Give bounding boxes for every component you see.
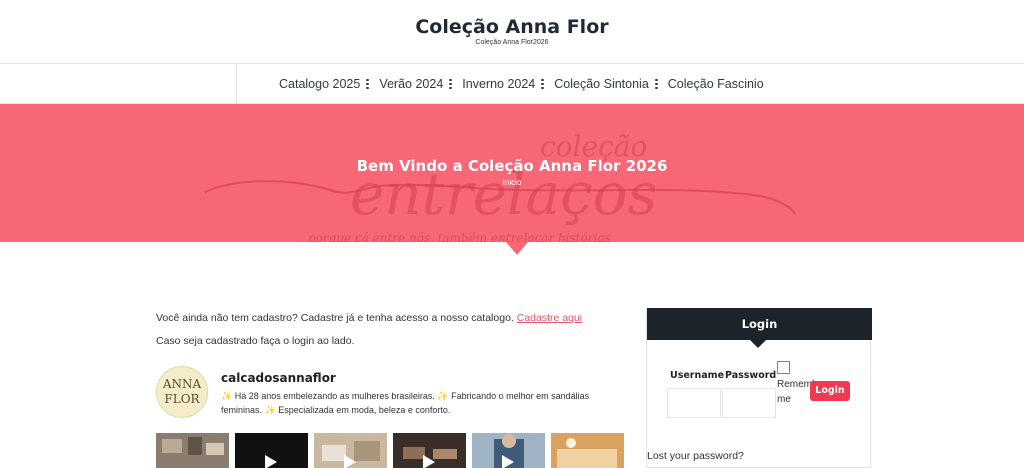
register-prompt: Você ainda não tem cadastro? Cadastre já… [156,312,514,324]
submenu-dots-icon[interactable] [366,79,370,89]
login-caret-icon [750,340,766,348]
instagram-username[interactable]: calcadosannaflor [221,371,336,385]
nav-item-verao-2024[interactable]: Verão 2024 [379,77,454,91]
instagram-post-thumbnail[interactable] [314,433,387,468]
instagram-post-thumbnail[interactable] [235,433,308,468]
remember-me-checkbox[interactable] [777,361,790,374]
site-header: Coleção Anna Flor Coleção Anna Flor2026 [0,0,1024,64]
hero-title: Bem Vindo a Coleção Anna Flor 2026 [356,157,668,175]
nav-item-label: Catalogo 2025 [279,77,361,91]
nav-item-colecao-sintonia[interactable]: Coleção Sintonia [554,77,660,91]
hero-banner: coleção entrelaços porque cá entre nós, … [0,104,1024,242]
password-label: Password [725,370,777,381]
instagram-post-thumbnail[interactable] [393,433,466,468]
bio-text-3: Especializada em moda, beleza e conforto… [278,405,451,415]
nav-item-inverno-2024[interactable]: Inverno 2024 [462,77,546,91]
password-field[interactable] [722,388,776,418]
nav-menu: Catalogo 2025 Verão 2024 Inverno 2024 Co… [279,64,772,104]
login-button[interactable]: Login [810,381,850,401]
nav-item-label: Coleção Sintonia [554,77,649,91]
site-title[interactable]: Coleção Anna Flor [0,16,1024,38]
post-image [156,433,229,468]
register-link[interactable]: Cadastre aqui [517,312,582,324]
login-heading: Login [647,308,872,340]
bio-text-1: Há 28 anos embelezando as mulheres brasi… [234,391,435,401]
register-paragraph: Você ainda não tem cadastro? Cadastre já… [156,312,626,324]
breadcrumb[interactable]: Inicio [0,178,1024,187]
post-image [551,433,624,468]
instagram-post-thumbnail[interactable] [156,433,229,468]
main-navigation: Catalogo 2025 Verão 2024 Inverno 2024 Co… [0,64,1024,104]
main-content: Você ainda não tem cadastro? Cadastre já… [156,312,626,347]
play-icon [344,455,356,468]
username-field[interactable] [667,388,721,418]
nav-item-colecao-fascinio[interactable]: Coleção Fascinio [668,77,764,91]
nav-item-label: Verão 2024 [379,77,444,91]
hero-caret-icon [506,242,528,255]
submenu-dots-icon[interactable] [541,79,545,89]
instagram-thumbnails [156,433,626,468]
remember-me-label: Remember me [777,379,827,405]
sparkle-icon: ✨ [221,391,233,401]
login-widget: Login Username Password Remember me Logi… [646,308,872,468]
instagram-post-thumbnail[interactable] [551,433,624,468]
avatar-line-2: FLOR [164,392,200,406]
avatar-line-1: ANNA [162,377,202,391]
instagram-bio: ✨ Há 28 anos embelezando as mulheres bra… [221,389,631,417]
submenu-dots-icon[interactable] [654,79,658,89]
nav-divider [236,64,237,104]
play-icon [502,455,514,468]
instagram-avatar[interactable]: ANNA FLOR [156,366,208,418]
nav-item-label: Coleção Fascinio [667,77,764,91]
login-prompt: Caso seja cadastrado faça o login ao lad… [156,335,355,347]
art-line-text: porque cá entre nós, também entrelaçar h… [308,231,611,242]
sparkle-icon: ✨ [437,391,449,401]
lost-password-link[interactable]: Lost your password? [647,450,744,462]
play-icon [423,455,435,468]
sparkle-icon: ✨ [264,405,276,415]
play-icon [265,455,277,468]
instagram-post-thumbnail[interactable] [472,433,545,468]
submenu-dots-icon[interactable] [449,79,453,89]
nav-item-label: Inverno 2024 [462,77,536,91]
username-label: Username [670,370,725,381]
site-tagline: Coleção Anna Flor2026 [475,39,549,46]
nav-item-catalogo-2025[interactable]: Catalogo 2025 [279,77,371,91]
